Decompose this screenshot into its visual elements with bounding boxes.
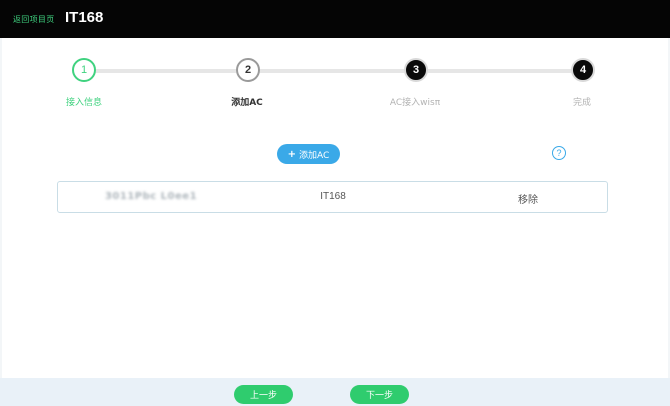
step-2-label: 添加AC (231, 98, 263, 108)
step-4-indicator: 4 (571, 58, 595, 82)
page-title: IT168 (65, 9, 104, 26)
back-to-project-link[interactable]: 返回项目页 (13, 14, 55, 25)
step-connector (428, 69, 571, 73)
ac-name: IT168 (320, 191, 346, 202)
help-icon[interactable]: ? (552, 146, 566, 160)
ac-serial-number: 3011Pbc L0ee1 (104, 191, 198, 202)
step-3-indicator: 3 (404, 58, 428, 82)
add-ac-label: 添加AC (299, 150, 330, 161)
step-connector (96, 69, 236, 73)
step-1-label: 接入信息 (65, 98, 103, 108)
next-step-button[interactable]: 下一步 (350, 385, 409, 404)
step-connector (260, 69, 404, 73)
step-3-label: AC接入wisπ (389, 98, 441, 108)
step-1-indicator: 1 (72, 58, 96, 82)
ac-list-row: 3011Pbc L0ee1 IT168 移除 (57, 181, 608, 213)
remove-ac-link[interactable]: 移除 (518, 191, 538, 206)
footer-bar (0, 378, 670, 406)
previous-step-button[interactable]: 上一步 (234, 385, 293, 404)
plus-icon: + (287, 148, 297, 160)
step-2-indicator: 2 (236, 58, 260, 82)
step-4-label: 完成 (572, 98, 592, 108)
top-bar: 返回项目页 IT168 (0, 0, 670, 38)
add-ac-button[interactable]: + 添加AC (277, 144, 340, 164)
